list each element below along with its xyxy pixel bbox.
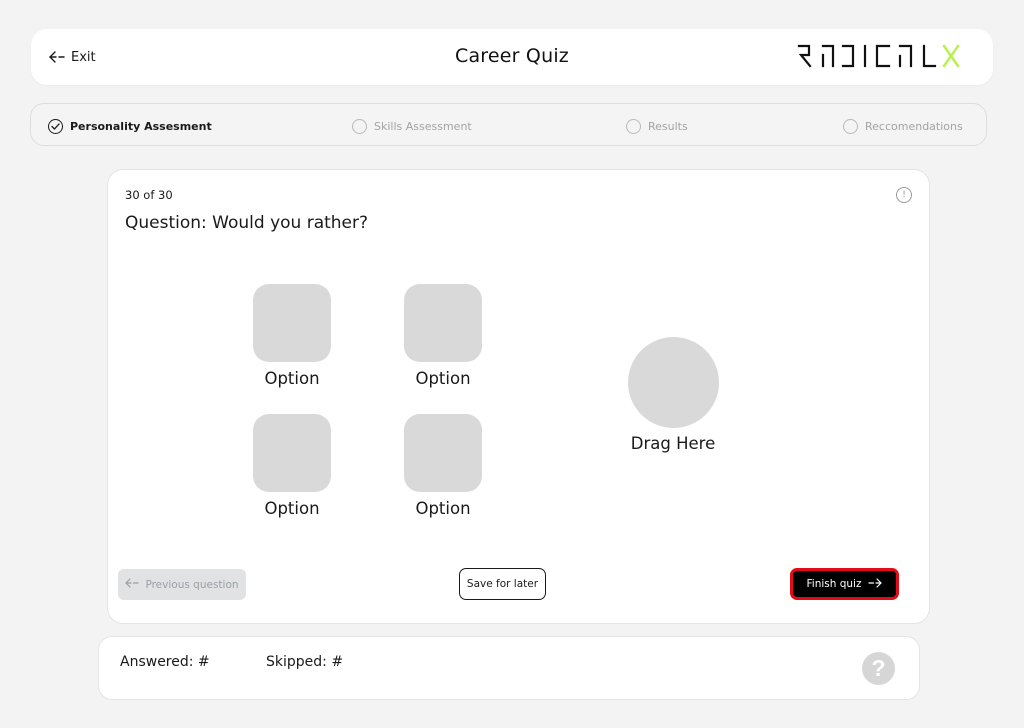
option-4[interactable]: Option <box>403 414 483 518</box>
option-label: Option <box>264 369 320 388</box>
option-tile[interactable] <box>404 414 482 492</box>
step-label: Reccomendations <box>865 119 963 133</box>
previous-question-label: Previous question <box>145 578 239 591</box>
step-label: Personality Assesment <box>70 119 212 133</box>
save-for-later-label: Save for later <box>466 578 539 590</box>
step-personality-assessment[interactable]: Personality Assesment <box>48 117 212 135</box>
skipped-count: Skipped: # <box>266 654 344 670</box>
drop-target-circle[interactable] <box>627 337 719 428</box>
finish-quiz-button[interactable]: Finish quiz <box>790 568 899 600</box>
question-counter: 30 of 30 <box>125 188 173 202</box>
answered-count: Answered: # <box>120 654 210 670</box>
step-recommendations[interactable]: Reccomendations <box>843 117 963 135</box>
finish-quiz-label: Finish quiz <box>806 578 862 590</box>
option-label: Option <box>415 369 471 388</box>
drop-zone-label: Drag Here <box>630 434 716 453</box>
step-label: Skills Assessment <box>374 119 472 133</box>
option-tile[interactable] <box>253 284 331 362</box>
option-tile[interactable] <box>404 284 482 362</box>
previous-question-button[interactable]: Previous question <box>118 569 246 600</box>
question-card: 30 of 30 ! Question: Would you rather? O… <box>107 169 930 624</box>
arrow-left-icon <box>125 578 140 591</box>
quiz-stats-bar: Answered: # Skipped: # ? <box>98 636 920 700</box>
question-text: Question: Would you rather? <box>125 213 369 233</box>
radicalx-logo <box>797 43 963 69</box>
option-label: Option <box>415 499 471 518</box>
header-bar: Exit Career Quiz <box>31 29 993 85</box>
info-icon[interactable]: ! <box>896 187 912 203</box>
option-tile[interactable] <box>253 414 331 492</box>
step-label: Results <box>648 119 688 133</box>
drop-zone[interactable]: Drag Here <box>618 337 728 453</box>
empty-circle-icon <box>626 118 641 134</box>
save-for-later-button[interactable]: Save for later <box>459 568 546 600</box>
option-label: Option <box>264 499 320 518</box>
option-1[interactable]: Option <box>252 284 332 388</box>
option-2[interactable]: Option <box>403 284 483 388</box>
empty-circle-icon <box>352 118 367 134</box>
progress-stepper: Personality Assesment Skills Assessment … <box>30 103 987 146</box>
question-mark-icon[interactable]: ? <box>862 652 895 685</box>
empty-circle-icon <box>843 118 858 134</box>
step-results[interactable]: Results <box>626 117 688 135</box>
option-3[interactable]: Option <box>252 414 332 518</box>
check-circle-icon <box>48 118 63 134</box>
arrow-right-icon <box>868 577 883 591</box>
step-skills-assessment[interactable]: Skills Assessment <box>352 117 472 135</box>
